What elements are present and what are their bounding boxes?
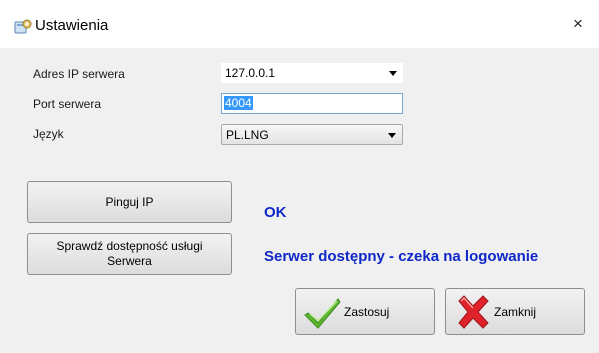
- close-button[interactable]: Zamknij: [445, 288, 585, 335]
- ping-ip-button-label: Pinguj IP: [105, 195, 154, 209]
- check-service-button[interactable]: Sprawdź dostępność usługi Serwera: [27, 233, 232, 275]
- red-x-icon: [454, 293, 492, 331]
- service-status-text: Serwer dostępny - czeka na logowanie: [264, 248, 539, 265]
- chevron-down-icon: [388, 133, 396, 138]
- language-value: PL.LNG: [226, 128, 269, 142]
- language-label: Język: [33, 127, 64, 141]
- window-title: Ustawienia: [35, 17, 109, 34]
- check-service-button-label: Sprawdź dostępność usługi Serwera: [56, 239, 203, 268]
- ping-status-text: OK: [264, 204, 287, 221]
- server-port-input[interactable]: 4004: [221, 93, 403, 114]
- title-bar: Ustawienia ×: [0, 0, 599, 48]
- server-ip-label: Adres IP serwera: [33, 67, 125, 81]
- close-button-label: Zamknij: [494, 304, 537, 319]
- apply-button[interactable]: Zastosuj: [295, 288, 435, 335]
- language-select[interactable]: PL.LNG: [221, 124, 403, 145]
- green-checkmark-icon: [304, 293, 342, 331]
- server-ip-combo[interactable]: 127.0.0.1: [221, 63, 403, 83]
- chevron-down-icon: [389, 71, 397, 76]
- apply-button-label: Zastosuj: [344, 304, 390, 319]
- settings-window-icon: [14, 18, 32, 36]
- server-port-label: Port serwera: [33, 97, 102, 111]
- server-ip-value: 127.0.0.1: [225, 66, 276, 80]
- ping-ip-button[interactable]: Pinguj IP: [27, 181, 232, 223]
- settings-dialog: Ustawienia × Adres IP serwera 127.0.0.1 …: [0, 0, 599, 353]
- server-port-value: 4004: [224, 96, 253, 110]
- close-window-button[interactable]: ×: [568, 13, 588, 35]
